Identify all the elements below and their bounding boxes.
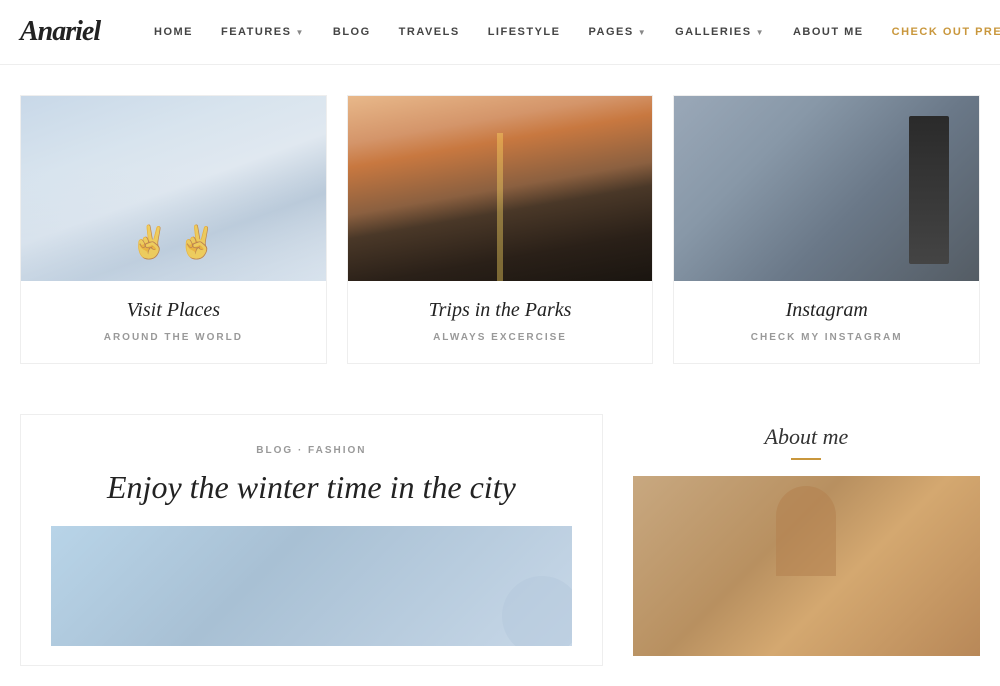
about-me-section: About me: [633, 414, 980, 666]
card-title-1: Visit Places: [41, 299, 306, 322]
card-subtitle-1: AROUND THE WORLD: [41, 332, 306, 343]
card-trips[interactable]: Trips in the Parks ALWAYS EXCERCISE: [347, 95, 654, 364]
blog-post[interactable]: BLOG · FASHION Enjoy the winter time in …: [20, 414, 603, 666]
cards-section: Visit Places AROUND THE WORLD Trips in t…: [0, 65, 1000, 404]
about-me-image: [633, 476, 980, 656]
premium-link[interactable]: CHECK OUT PREMIUM VERSiON: [878, 26, 1000, 38]
nav-item-features[interactable]: FEATURES ▼: [207, 26, 319, 38]
nav-item-blog[interactable]: BLOG: [319, 26, 385, 38]
nav-item-lifestyle[interactable]: LIFESTYLE: [474, 26, 575, 38]
nav-item-about[interactable]: ABOUT ME: [779, 26, 878, 38]
card-image-3: [674, 96, 979, 281]
chevron-down-icon: ▼: [638, 28, 647, 37]
chevron-down-icon: ▼: [756, 28, 765, 37]
nav-item-galleries[interactable]: GALLERIES ▼: [661, 26, 779, 38]
header: Anariel HOME FEATURES ▼ BLOG TRAVELS LIF…: [0, 0, 1000, 65]
nav-item-pages[interactable]: PAGES ▼: [574, 26, 661, 38]
card-image-1: [21, 96, 326, 281]
bottom-section: BLOG · FASHION Enjoy the winter time in …: [0, 404, 1000, 686]
card-title-3: Instagram: [694, 299, 959, 322]
blog-title: Enjoy the winter time in the city: [51, 468, 572, 506]
blog-image: [51, 526, 572, 646]
card-body-3: Instagram CHECK MY INSTAGRAM: [674, 281, 979, 363]
card-visit-places[interactable]: Visit Places AROUND THE WORLD: [20, 95, 327, 364]
about-me-title: About me: [633, 424, 980, 450]
card-title-2: Trips in the Parks: [368, 299, 633, 322]
card-body-2: Trips in the Parks ALWAYS EXCERCISE: [348, 281, 653, 363]
card-subtitle-2: ALWAYS EXCERCISE: [368, 332, 633, 343]
blog-categories: BLOG · FASHION: [51, 445, 572, 456]
card-body-1: Visit Places AROUND THE WORLD: [21, 281, 326, 363]
card-instagram[interactable]: Instagram CHECK MY INSTAGRAM: [673, 95, 980, 364]
card-image-2: [348, 96, 653, 281]
nav-item-home[interactable]: HOME: [140, 26, 207, 38]
card-subtitle-3: CHECK MY INSTAGRAM: [694, 332, 959, 343]
chevron-down-icon: ▼: [295, 28, 304, 37]
nav-item-travels[interactable]: TRAVELS: [385, 26, 474, 38]
logo[interactable]: Anariel: [20, 16, 140, 48]
main-nav: HOME FEATURES ▼ BLOG TRAVELS LIFESTYLE P…: [140, 26, 878, 38]
about-divider: [791, 458, 821, 460]
